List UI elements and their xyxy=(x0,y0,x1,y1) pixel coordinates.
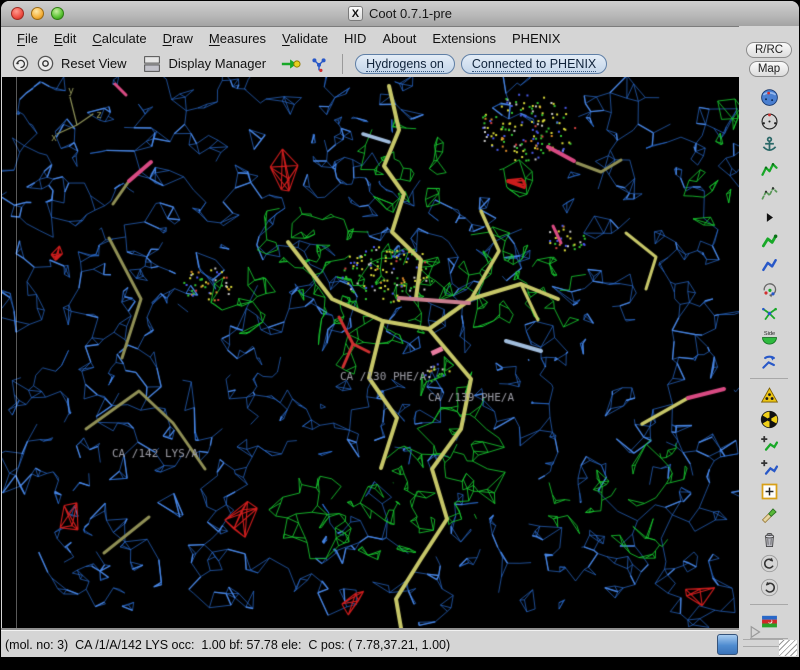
undo-icon[interactable] xyxy=(759,553,780,574)
clear-pending-picks-icon[interactable] xyxy=(759,505,780,526)
gl-canvas[interactable] xyxy=(2,77,739,630)
menu-calculate[interactable]: Calculate xyxy=(84,29,154,48)
rrc-button[interactable]: R/RC xyxy=(746,42,792,58)
add-terminal-residue-icon[interactable] xyxy=(759,433,780,454)
title-bar[interactable]: X Coot 0.7.1-pre xyxy=(1,1,799,27)
tandem-refine-icon[interactable] xyxy=(759,111,780,132)
status-blue-button[interactable] xyxy=(717,634,738,655)
toolbar-separator xyxy=(342,54,343,74)
add-alt-conf-icon[interactable] xyxy=(759,457,780,478)
menu-draw[interactable]: Draw xyxy=(155,29,201,48)
rigid-body-fit-icon[interactable] xyxy=(759,231,780,252)
menu-extensions[interactable]: Extensions xyxy=(424,29,504,48)
x11-app-icon: X xyxy=(348,6,363,21)
simple-mutate-icon[interactable] xyxy=(759,409,780,430)
fixed-atoms-anchor-icon[interactable] xyxy=(759,135,780,156)
regularize-zone-icon[interactable] xyxy=(759,183,780,204)
side-chain-flip-icon[interactable]: Side xyxy=(759,327,780,348)
display-manager-icon[interactable] xyxy=(141,53,163,75)
menu-about[interactable]: About xyxy=(374,29,424,48)
edit-chi-angles-icon[interactable] xyxy=(759,303,780,324)
phenix-connection-button[interactable]: Connected to PHENIX xyxy=(461,54,607,74)
mutate-autofit-icon[interactable] xyxy=(759,385,780,406)
go-to-ligand-icon[interactable] xyxy=(308,53,330,75)
toolbar-handle[interactable] xyxy=(743,639,783,647)
map-button[interactable]: Map xyxy=(749,61,789,77)
menu-phenix[interactable]: PHENIX xyxy=(504,29,568,48)
title-wrap: X Coot 0.7.1-pre xyxy=(1,1,799,26)
toolbar-separator xyxy=(750,604,788,605)
display-manager-button[interactable]: Display Manager xyxy=(169,56,267,71)
model-refine-toolbar: Side xyxy=(739,86,799,643)
back-view-icon[interactable] xyxy=(11,54,30,73)
place-atom-pointer-icon[interactable] xyxy=(759,481,780,502)
go-to-atom-icon[interactable] xyxy=(280,53,302,75)
delete-item-icon[interactable] xyxy=(759,529,780,550)
svg-text:Side: Side xyxy=(763,331,774,337)
right-panel: R/RC Map Side xyxy=(739,26,799,657)
auto-fit-rotamer-icon[interactable] xyxy=(759,279,780,300)
redo-icon[interactable] xyxy=(759,577,780,598)
flip-peptide-icon[interactable] xyxy=(759,351,780,372)
center-view-icon[interactable] xyxy=(36,54,55,73)
menu-file[interactable]: File xyxy=(9,29,46,48)
screen: { "window": { "title": "Coot 0.7.1-pre",… xyxy=(0,0,800,670)
menu-hid[interactable]: HID xyxy=(336,29,374,48)
window-title: Coot 0.7.1-pre xyxy=(369,6,452,21)
panel-bottom xyxy=(739,623,799,657)
reset-view-button[interactable]: Reset View xyxy=(61,56,127,71)
real-space-refine-icon[interactable] xyxy=(759,159,780,180)
toolbar-separator xyxy=(750,378,788,379)
menu-validate[interactable]: Validate xyxy=(274,29,336,48)
status-bar: (mol. no: 3) CA /1/A/142 LYS occ: 1.00 b… xyxy=(1,630,739,657)
menu-bar: FileEditCalculateDrawMeasuresValidateHID… xyxy=(1,27,799,49)
menu-measures[interactable]: Measures xyxy=(201,29,274,48)
canvas-frame-line xyxy=(16,77,17,630)
more-tools-arrow-icon[interactable] xyxy=(759,207,780,228)
app-window: X Coot 0.7.1-pre FileEditCalculateDrawMe… xyxy=(1,1,799,657)
rotate-translate-icon[interactable] xyxy=(759,255,780,276)
hydrogens-toggle-button[interactable]: Hydrogens on xyxy=(355,54,455,74)
menu-edit[interactable]: Edit xyxy=(46,29,84,48)
main-toolbar: Reset View Display Manager Hydrogens on … xyxy=(1,49,739,78)
resize-grip[interactable] xyxy=(779,640,797,656)
sphere-refine-icon[interactable] xyxy=(759,87,780,108)
status-text: (mol. no: 3) CA /1/A/142 LYS occ: 1.00 b… xyxy=(1,638,717,652)
